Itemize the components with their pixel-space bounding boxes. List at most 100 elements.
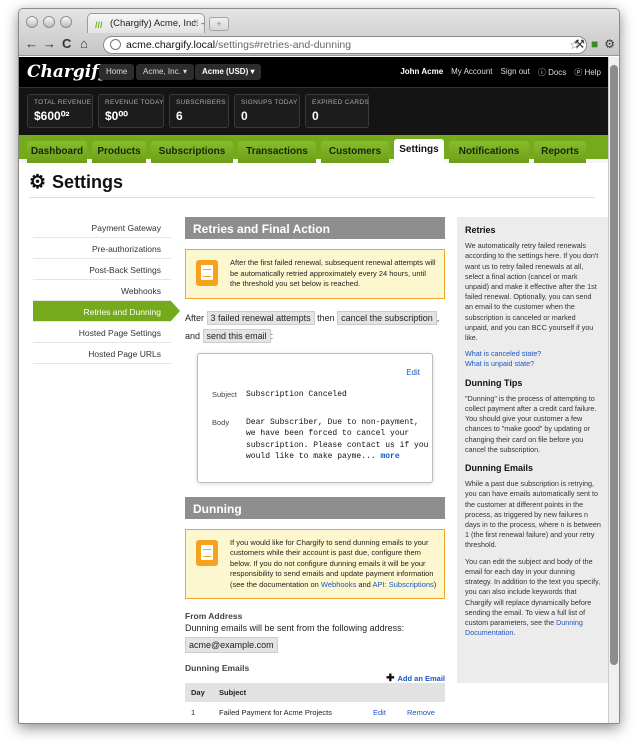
page-title-text: Settings bbox=[52, 172, 124, 192]
url-path: /settings#retries-and-dunning bbox=[215, 39, 352, 51]
rule-colon: : bbox=[270, 330, 274, 341]
tab-products[interactable]: Products bbox=[92, 141, 146, 163]
tab-dashboard[interactable]: Dashboard bbox=[27, 141, 87, 163]
reload-icon[interactable]: C bbox=[62, 36, 71, 51]
table-header-row: Day Subject bbox=[185, 683, 445, 702]
main-nav: Dashboard Products Subscriptions Transac… bbox=[19, 135, 609, 163]
retries-heading: Retries and Final Action bbox=[185, 217, 445, 239]
final-action-select[interactable]: cancel the subscription bbox=[337, 310, 437, 325]
webhooks-doc-link[interactable]: Webhooks bbox=[321, 580, 356, 589]
top-links: John Acme My Account Sign out ⓘ Docs ⓟ H… bbox=[400, 67, 601, 78]
sidebar-item-hosted-page-settings[interactable]: Hosted Page Settings bbox=[33, 322, 171, 343]
stat-total-revenue: TOTAL REVENUE $600⁰² bbox=[27, 94, 93, 128]
plus-icon: ✚ bbox=[386, 673, 395, 684]
close-window-button[interactable] bbox=[26, 16, 38, 28]
aside-tips-heading: Dunning Tips bbox=[465, 377, 523, 388]
settings-wrench-icon[interactable]: ⚙ bbox=[604, 37, 615, 51]
from-address-value: acme@example.com bbox=[185, 637, 278, 653]
browser-toolbar: ⚒ ■ ⚙ bbox=[574, 37, 615, 51]
sidebar-item-hosted-page-urls[interactable]: Hosted Page URLs bbox=[33, 343, 171, 364]
send-email-select[interactable]: send this email bbox=[202, 328, 271, 343]
app-topbar: Chargify Home Acme, Inc. ▾ Acme (USD) ▾ … bbox=[19, 57, 609, 87]
dunning-heading: Dunning bbox=[185, 496, 445, 519]
tab-close-icon[interactable]: × bbox=[193, 17, 199, 28]
back-icon[interactable]: ← bbox=[25, 36, 38, 51]
tab-transactions[interactable]: Transactions bbox=[238, 141, 316, 163]
aside-emails-heading: Dunning Emails bbox=[465, 463, 534, 474]
sidebar-item-webhooks[interactable]: Webhooks bbox=[33, 280, 171, 301]
scrollbar-thumb[interactable] bbox=[610, 65, 618, 665]
from-address-text: Dunning emails will be sent from the fol… bbox=[185, 623, 405, 633]
sidebar-item-payment-gateway[interactable]: Payment Gateway bbox=[33, 217, 171, 238]
home-icon[interactable]: ⌂ bbox=[80, 36, 88, 51]
tab-reports[interactable]: Reports bbox=[534, 141, 586, 163]
my-account-link[interactable]: My Account bbox=[451, 67, 492, 78]
aside-emails-text-2: You can edit the subject and body of the… bbox=[465, 557, 601, 639]
aside-emails-text: While a past due subscription is retryin… bbox=[465, 479, 601, 550]
title-divider bbox=[29, 197, 595, 198]
tab-subscriptions[interactable]: Subscriptions bbox=[151, 141, 233, 163]
col-subject: Subject bbox=[213, 683, 367, 702]
col-remove bbox=[401, 683, 445, 702]
sidebar-item-pre-authorizations[interactable]: Pre-authorizations bbox=[33, 238, 171, 259]
dunning-emails-table: Day Subject 1 Failed Payment for Acme Pr… bbox=[185, 683, 445, 723]
attempts-select[interactable]: 3 failed renewal attempts bbox=[206, 310, 315, 325]
from-address: From Address Dunning emails will be sent… bbox=[185, 611, 445, 653]
user-name: John Acme bbox=[400, 67, 444, 76]
aside-retries-text: We automatically retry failed renewals a… bbox=[465, 241, 599, 343]
retries-note-text: After the first failed renewal, subseque… bbox=[230, 258, 436, 288]
help-link[interactable]: ⓟ Help bbox=[574, 67, 601, 78]
docs-link[interactable]: ⓘ Docs bbox=[538, 67, 566, 78]
extension-icon[interactable]: ■ bbox=[591, 37, 598, 51]
note-and-text: and bbox=[358, 579, 371, 589]
aside-retries-heading: Retries bbox=[465, 225, 496, 235]
more-link[interactable]: more bbox=[380, 452, 399, 461]
add-email-label: Add an Email bbox=[397, 674, 445, 683]
page-content: Chargify Home Acme, Inc. ▾ Acme (USD) ▾ … bbox=[19, 57, 609, 723]
col-day: Day bbox=[185, 683, 213, 702]
api-subscriptions-link[interactable]: API: Subscriptions bbox=[373, 580, 434, 589]
browser-tab[interactable]: /// (Chargify) Acme, Inc. — Acme × bbox=[87, 13, 205, 33]
main-panel: Retries and Final Action After the first… bbox=[185, 217, 445, 723]
row-edit-link[interactable]: Edit bbox=[367, 702, 401, 723]
vertical-scrollbar[interactable] bbox=[608, 57, 619, 723]
dunning-emails-header: Dunning Emails ✚ Add an Email bbox=[185, 663, 445, 684]
from-address-label: From Address bbox=[185, 611, 243, 621]
chargify-logo[interactable]: Chargify bbox=[27, 62, 108, 82]
rule-then-text: then bbox=[317, 312, 335, 323]
stat-value: $600⁰² bbox=[34, 109, 70, 123]
stat-label: REVENUE TODAY bbox=[105, 99, 164, 106]
stat-value: $0⁰⁰ bbox=[105, 109, 128, 123]
new-tab-button[interactable]: + bbox=[209, 17, 229, 31]
tab-notifications[interactable]: Notifications bbox=[449, 141, 529, 163]
stats-bar: TOTAL REVENUE $600⁰² REVENUE TODAY $0⁰⁰ … bbox=[19, 87, 609, 135]
dunning-note: If you would like for Chargify to send d… bbox=[185, 528, 445, 599]
add-email-button[interactable]: ✚ Add an Email bbox=[386, 673, 445, 684]
org-dropdown[interactable]: Acme, Inc. ▾ bbox=[136, 64, 195, 80]
home-button[interactable]: Home bbox=[99, 64, 135, 80]
sidebar-item-retries-and-dunning[interactable]: Retries and Dunning bbox=[33, 301, 180, 322]
window-controls bbox=[26, 16, 72, 28]
sign-out-link[interactable]: Sign out bbox=[501, 67, 530, 78]
sidebar-item-post-back-settings[interactable]: Post-Back Settings bbox=[33, 259, 171, 280]
tab-customers[interactable]: Customers bbox=[321, 141, 389, 163]
address-bar[interactable]: o acme.chargify.local/settings#retries-a… bbox=[103, 36, 587, 54]
forward-icon[interactable]: → bbox=[43, 36, 56, 51]
row-remove-link[interactable]: Remove bbox=[401, 702, 445, 723]
wrench-tool-icon[interactable]: ⚒ bbox=[574, 37, 585, 51]
tab-settings[interactable]: Settings bbox=[394, 139, 444, 163]
body-label: Body bbox=[212, 417, 230, 427]
chargify-favicon-icon: /// bbox=[95, 20, 103, 30]
note-icon bbox=[196, 260, 218, 286]
zoom-window-button[interactable] bbox=[60, 16, 72, 28]
url-domain: acme.chargify.local bbox=[126, 39, 216, 51]
aside-emails-text-2-body: You can edit the subject and body of the… bbox=[465, 556, 601, 627]
site-dropdown[interactable]: Acme (USD) ▾ bbox=[195, 64, 262, 80]
final-email-box: Edit Subject Subscription Canceled Body … bbox=[197, 352, 433, 483]
edit-email-link[interactable]: Edit bbox=[406, 368, 420, 377]
note-icon bbox=[196, 539, 218, 566]
canceled-state-link[interactable]: What is canceled state? bbox=[465, 349, 601, 359]
unpaid-state-link[interactable]: What is unpaid state? bbox=[465, 359, 601, 369]
minimize-window-button[interactable] bbox=[43, 16, 55, 28]
stat-value: 6 bbox=[176, 109, 183, 123]
